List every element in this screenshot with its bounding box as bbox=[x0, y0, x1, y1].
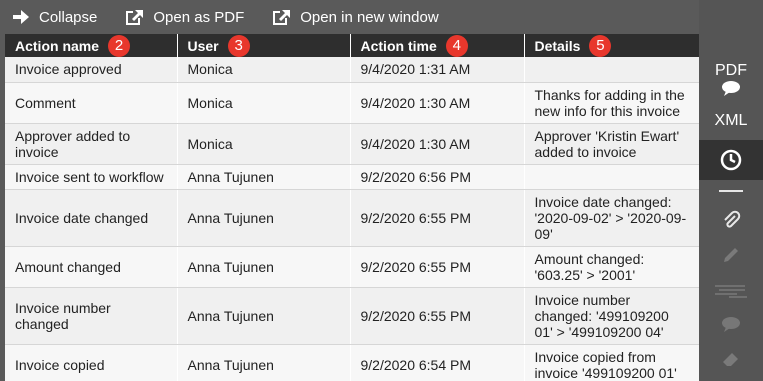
open-as-pdf-button[interactable]: Open as PDF bbox=[125, 9, 244, 26]
user-cell: Monica bbox=[177, 123, 351, 165]
details-cell: Thanks for adding in the new info for th… bbox=[524, 82, 699, 124]
toolbar: Collapse Open as PDF Open in new window bbox=[0, 0, 699, 34]
right-sidebar: PDF XML bbox=[699, 0, 763, 381]
collapse-label: Collapse bbox=[39, 8, 98, 26]
pdf-view-button[interactable]: PDF bbox=[699, 58, 763, 100]
user-cell: Anna Tujunen bbox=[177, 344, 351, 381]
user-cell: Monica bbox=[177, 82, 351, 124]
action-name-cell: Approver added to invoice bbox=[5, 123, 178, 165]
details-cell: Invoice copied from invoice '499109200 0… bbox=[524, 344, 699, 381]
details-cell: Amount changed: '603.25' > '2001' bbox=[524, 246, 699, 288]
arrow-right-icon bbox=[13, 10, 29, 24]
action-name-cell: Amount changed bbox=[5, 246, 178, 288]
action-name-cell: Invoice sent to workflow bbox=[5, 164, 178, 190]
table-row[interactable]: Approver added to invoice Monica 9/4/202… bbox=[5, 123, 699, 165]
eraser-icon bbox=[723, 353, 738, 366]
edit-button[interactable] bbox=[699, 240, 763, 270]
eraser-button[interactable] bbox=[699, 345, 763, 373]
header-action-name[interactable]: Action name 2 bbox=[5, 34, 178, 57]
details-cell bbox=[524, 57, 699, 83]
step-badge: 4 bbox=[445, 34, 468, 57]
action-time-cell: 9/2/2020 6:56 PM bbox=[350, 164, 525, 190]
chat-icon bbox=[722, 317, 740, 332]
details-cell: Approver 'Kristin Ewart' added to invoic… bbox=[524, 123, 699, 165]
header-user[interactable]: User 3 bbox=[177, 34, 351, 57]
sidebar-divider bbox=[719, 190, 743, 192]
open-new-window-label: Open in new window bbox=[300, 8, 439, 26]
table-row[interactable]: Invoice sent to workflow Anna Tujunen 9/… bbox=[5, 164, 699, 190]
user-cell: Anna Tujunen bbox=[177, 287, 351, 345]
user-cell: Monica bbox=[177, 57, 351, 83]
step-badge: 5 bbox=[589, 34, 612, 57]
external-link-icon bbox=[273, 9, 291, 25]
history-button[interactable] bbox=[699, 140, 763, 180]
details-cell bbox=[524, 164, 699, 190]
action-time-cell: 9/4/2020 1:31 AM bbox=[350, 57, 525, 83]
action-name-cell: Invoice number changed bbox=[5, 287, 178, 345]
table-row[interactable]: Invoice date changed Anna Tujunen 9/2/20… bbox=[5, 189, 699, 247]
attachments-button[interactable] bbox=[699, 205, 763, 235]
action-name-cell: Invoice date changed bbox=[5, 189, 178, 247]
pdf-label: PDF bbox=[715, 62, 747, 79]
table-row[interactable]: Comment Monica 9/4/2020 1:30 AM Thanks f… bbox=[5, 82, 699, 124]
xml-view-button[interactable]: XML bbox=[699, 108, 763, 134]
paperclip-icon bbox=[724, 210, 741, 228]
header-details[interactable]: Details 5 bbox=[524, 34, 699, 57]
header-action-time[interactable]: Action time 4 bbox=[350, 34, 525, 57]
collapse-button[interactable]: Collapse bbox=[12, 9, 97, 26]
table-row[interactable]: Invoice number changed Anna Tujunen 9/2/… bbox=[5, 287, 699, 345]
xml-label: XML bbox=[714, 112, 748, 129]
audit-log-table: Action name 2 User 3 Action time 4 Details 5… bbox=[5, 34, 699, 381]
action-time-cell: 9/2/2020 6:55 PM bbox=[350, 287, 525, 345]
user-cell: Anna Tujunen bbox=[177, 164, 351, 190]
action-name-cell: Invoice copied bbox=[5, 344, 178, 381]
history-clock-icon bbox=[720, 149, 742, 171]
comment-icon bbox=[722, 81, 740, 96]
barcode-icon bbox=[715, 285, 747, 298]
action-time-cell: 9/2/2020 6:55 PM bbox=[350, 189, 525, 247]
action-name-cell: Invoice approved bbox=[5, 57, 178, 83]
table-row[interactable]: Invoice approved Monica 9/4/2020 1:31 AM bbox=[5, 57, 699, 83]
action-name-cell: Comment bbox=[5, 82, 178, 124]
details-cell: Invoice date changed: '2020-09-02' > '20… bbox=[524, 189, 699, 247]
action-time-cell: 9/2/2020 6:55 PM bbox=[350, 246, 525, 288]
external-link-icon bbox=[126, 9, 144, 25]
open-as-pdf-label: Open as PDF bbox=[153, 8, 245, 26]
table-row[interactable]: Amount changed Anna Tujunen 9/2/2020 6:5… bbox=[5, 246, 699, 288]
action-time-cell: 9/4/2020 1:30 AM bbox=[350, 82, 525, 124]
user-cell: Anna Tujunen bbox=[177, 189, 351, 247]
step-badge: 3 bbox=[227, 34, 250, 57]
action-time-cell: 9/4/2020 1:30 AM bbox=[350, 123, 525, 165]
details-cell: Invoice number changed: '499109200 01' >… bbox=[524, 287, 699, 345]
chat-button[interactable] bbox=[699, 310, 763, 338]
pencil-icon bbox=[724, 248, 738, 262]
open-new-window-button[interactable]: Open in new window bbox=[272, 8, 439, 26]
step-badge: 2 bbox=[108, 34, 131, 57]
table-row[interactable]: Invoice copied Anna Tujunen 9/2/2020 6:5… bbox=[5, 344, 699, 381]
user-cell: Anna Tujunen bbox=[177, 246, 351, 288]
barcode-button[interactable] bbox=[699, 277, 763, 305]
action-time-cell: 9/2/2020 6:54 PM bbox=[350, 344, 525, 381]
